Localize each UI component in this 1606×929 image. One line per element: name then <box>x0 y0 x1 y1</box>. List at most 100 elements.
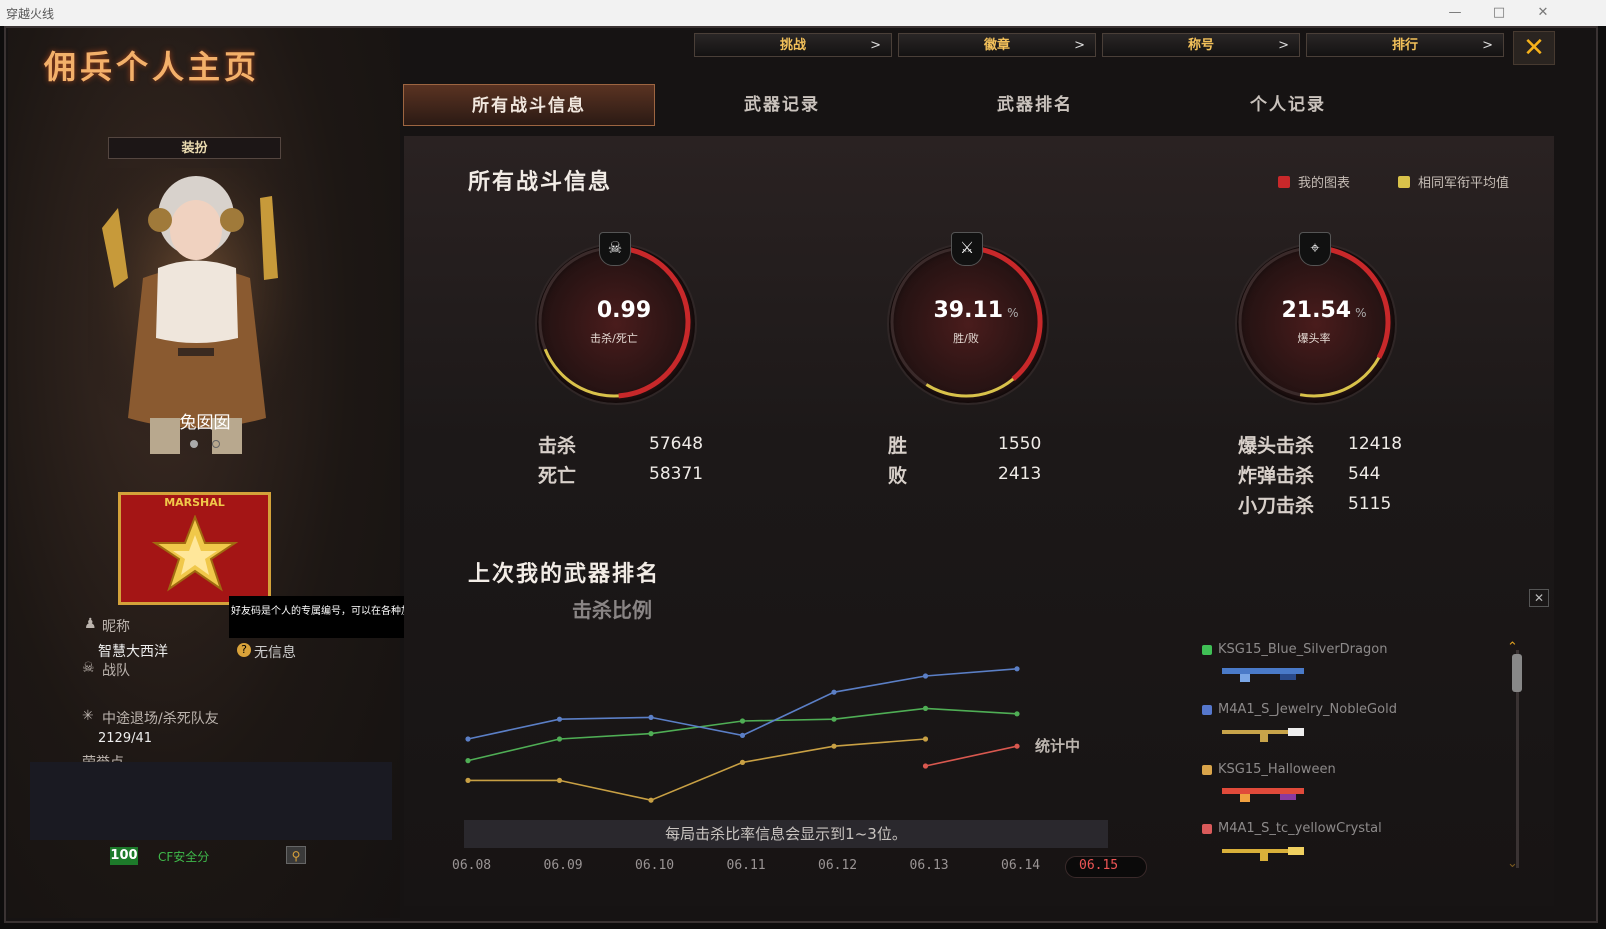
headshot-value: 21.54% <box>1245 298 1403 323</box>
chevron-right-icon: > <box>1278 38 1289 53</box>
weapon-rank-title: 上次我的武器排名 <box>468 562 661 587</box>
kd-label: 击杀/死亡 <box>590 332 638 345</box>
tab-weapon-record[interactable]: 武器记录 <box>656 84 908 126</box>
chevron-up-icon[interactable]: ⌃ <box>1507 640 1518 655</box>
kills-value: 57648 <box>649 434 704 454</box>
data-point[interactable] <box>831 716 837 722</box>
series-line-3 <box>468 738 926 802</box>
kill-ratio-chart <box>465 666 1020 803</box>
honor-label: 荣誉点 <box>82 752 124 762</box>
deaths-value: 58371 <box>649 464 704 484</box>
nickname-value: 智慧大西洋 <box>98 644 168 660</box>
legend-swatch-yellow <box>1398 176 1410 188</box>
data-point[interactable] <box>831 743 837 749</box>
data-point[interactable] <box>556 777 563 783</box>
bomb-kills-value: 544 <box>1348 464 1381 484</box>
legend-swatch-red <box>1278 176 1290 188</box>
data-point[interactable] <box>556 716 563 722</box>
data-point[interactable] <box>831 689 837 695</box>
data-point[interactable] <box>922 763 929 769</box>
kd-value-number: 0.99 <box>596 298 652 323</box>
data-point[interactable] <box>648 797 654 803</box>
search-icon[interactable]: ⚲ <box>286 846 306 864</box>
crossed-swords-icon: ⚔ <box>951 232 983 266</box>
data-point[interactable] <box>465 736 471 742</box>
losses-label: 败 <box>888 465 908 487</box>
data-point[interactable] <box>922 673 929 679</box>
help-icon[interactable]: ? <box>237 643 251 657</box>
data-point[interactable] <box>1014 666 1020 672</box>
headshot-ring <box>1235 243 1397 405</box>
data-point[interactable] <box>1014 711 1020 717</box>
tab-personal-record[interactable]: 个人记录 <box>1162 84 1414 126</box>
window-close-button[interactable]: ✕ <box>1528 3 1558 23</box>
x-tick-label[interactable]: 06.11 <box>727 858 766 873</box>
carousel-dot[interactable] <box>212 440 220 448</box>
outfit-button[interactable]: 装扮 <box>108 137 281 159</box>
nickname-label: 昵称 <box>102 619 130 635</box>
data-point[interactable] <box>556 736 563 742</box>
chevron-down-icon[interactable]: ⌄ <box>1507 856 1518 871</box>
nav-challenge-button[interactable]: 挑战 > <box>694 33 892 57</box>
person-icon: ♟ <box>84 616 97 632</box>
bomb-kills-label: 炸弹击杀 <box>1238 465 1315 487</box>
tab-all-battle-info[interactable]: 所有战斗信息 <box>403 84 655 126</box>
data-point[interactable] <box>739 759 746 765</box>
data-point[interactable] <box>648 731 654 737</box>
data-point[interactable] <box>648 714 654 720</box>
wins-value: 1550 <box>998 434 1042 454</box>
data-point[interactable] <box>922 736 929 742</box>
data-point[interactable] <box>465 758 471 764</box>
profile-info-box <box>30 762 392 840</box>
winrate-ring <box>887 243 1049 405</box>
security-label: CF安全分 <box>158 850 210 864</box>
winrate-label: 胜/败 <box>953 332 979 345</box>
weapon-name-3: KSG15_Halloween <box>1218 762 1336 777</box>
weapon-swatch-1 <box>1202 645 1212 655</box>
headshot-label: 爆头率 <box>1297 332 1331 345</box>
losses-value: 2413 <box>998 464 1042 484</box>
chevron-right-icon: > <box>870 38 881 53</box>
x-tick-label[interactable]: 06.10 <box>635 858 674 873</box>
scrollbar-thumb[interactable] <box>1512 654 1522 692</box>
close-button[interactable]: ✕ <box>1513 31 1555 65</box>
maximize-button[interactable]: □ <box>1484 3 1514 23</box>
weapon-name-2: M4A1_S_Jewelry_NobleGold <box>1218 702 1397 717</box>
data-point[interactable] <box>922 705 929 711</box>
info-label: 无信息 <box>254 645 296 661</box>
data-point[interactable] <box>739 718 746 724</box>
chart-status: 统计中 <box>1035 737 1081 755</box>
shotgun-icon <box>1222 788 1304 802</box>
weapon-rank-subtitle: 击杀比例 <box>572 598 652 622</box>
data-point[interactable] <box>465 777 471 783</box>
tab-weapon-ranking[interactable]: 武器排名 <box>909 84 1161 126</box>
nav-badge-button[interactable]: 徽章 > <box>898 33 1096 57</box>
rank-star-icon <box>151 515 239 592</box>
minimize-button[interactable]: — <box>1440 3 1470 23</box>
chart-footer: 每局击杀比率信息会显示到1~3位。 <box>665 825 907 843</box>
x-tick-label[interactable]: 06.09 <box>544 858 583 873</box>
x-tick-label[interactable]: 06.12 <box>818 858 857 873</box>
x-tick-label[interactable]: 06.14 <box>1001 858 1040 873</box>
quit-icon: ✳ <box>82 708 94 724</box>
x-tick-label[interactable]: 06.13 <box>910 858 949 873</box>
kills-label: 击杀 <box>538 435 577 457</box>
wins-label: 胜 <box>888 435 908 457</box>
weapon-rank-close-button[interactable]: ✕ <box>1529 589 1549 607</box>
x-tick-label[interactable]: 06.08 <box>452 858 491 873</box>
character-name: 兔囡囡 <box>179 413 231 433</box>
nav-title-button[interactable]: 称号 > <box>1102 33 1300 57</box>
data-point[interactable] <box>739 732 746 738</box>
kd-ring <box>535 243 697 405</box>
nav-ranking-button[interactable]: 排行 > <box>1306 33 1504 57</box>
data-point[interactable] <box>1014 743 1020 749</box>
knife-kills-label: 小刀击杀 <box>1238 495 1315 517</box>
knife-kills-value: 5115 <box>1348 494 1392 514</box>
legend-my-chart: 我的图表 <box>1278 172 1350 191</box>
winrate-value: 39.11% <box>897 298 1055 323</box>
x-tick-label[interactable]: 06.15 <box>1079 858 1118 873</box>
rank-badge-label: MARSHAL <box>164 496 225 509</box>
carousel-dot-active[interactable] <box>190 440 198 448</box>
nav-ranking-label: 排行 <box>1391 38 1418 53</box>
quit-value: 2129/41 <box>98 731 153 746</box>
